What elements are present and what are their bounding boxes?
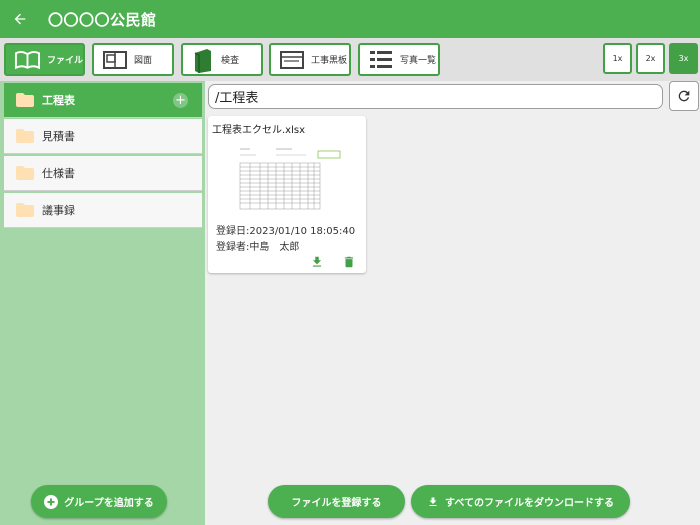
sidebar-item-label: 工程表 xyxy=(42,94,75,107)
registered-by: 登録者:中島 太郎 xyxy=(216,242,300,253)
sidebar-item-schedule[interactable]: 工程表 + xyxy=(4,83,202,118)
add-group-label: グループを追加する xyxy=(64,498,154,509)
file-name: 工程表エクセル.xlsx xyxy=(212,125,306,136)
path-field[interactable]: /工程表 xyxy=(208,84,663,109)
folder-icon xyxy=(16,166,34,180)
sidebar-item-label: 見積書 xyxy=(42,130,75,143)
book-icon xyxy=(14,50,41,69)
back-button[interactable] xyxy=(0,0,40,38)
download-all-label: すべてのファイルをダウンロードする xyxy=(445,498,614,509)
folder-icon xyxy=(16,93,34,107)
register-file-label: ファイルを登録する xyxy=(291,498,382,509)
tab-file[interactable]: ファイル xyxy=(4,43,85,76)
sidebar-item-spec[interactable]: 仕様書 xyxy=(4,156,202,191)
sidebar-item-label: 議事録 xyxy=(42,204,75,217)
tab-inspection[interactable]: 検査 xyxy=(181,43,263,76)
page-title: 〇〇〇〇公民館 xyxy=(48,10,157,29)
zoom-3x-button[interactable]: 3x xyxy=(669,43,698,74)
tab-photo-list-label: 写真一覧 xyxy=(400,56,437,66)
blackboard-icon xyxy=(280,50,304,69)
delete-file-button[interactable] xyxy=(341,254,357,270)
floorplan-icon xyxy=(103,50,127,69)
path-text: /工程表 xyxy=(215,91,259,106)
zoom-2x-button[interactable]: 2x xyxy=(636,43,665,74)
file-card[interactable]: 工程表エクセル.xlsx 登録日:2023/01/10 18:05:40 登録者… xyxy=(208,116,366,273)
tab-photo-list[interactable]: 写真一覧 xyxy=(358,43,440,76)
download-file-button[interactable] xyxy=(309,254,325,270)
app-bar: 〇〇〇〇公民館 xyxy=(0,0,700,38)
sidebar: 工程表 + 見積書 仕様書 議事録 xyxy=(0,81,205,525)
sidebar-item-minutes[interactable]: 議事録 xyxy=(4,193,202,228)
binder-icon xyxy=(194,48,211,73)
toolbar: ファイル 図面 検査 工事黒板 写真一覧 1x 2x 3x xyxy=(0,38,700,81)
register-file-button[interactable]: ファイルを登録する xyxy=(268,485,405,518)
download-icon xyxy=(427,496,439,508)
download-icon xyxy=(312,256,322,267)
tab-blackboard[interactable]: 工事黒板 xyxy=(269,43,351,76)
folder-icon xyxy=(16,129,34,143)
refresh-icon xyxy=(678,90,690,102)
plus-circle-icon xyxy=(44,494,59,509)
tab-drawings-label: 図面 xyxy=(134,56,153,66)
sidebar-item-label: 仕様書 xyxy=(42,167,75,180)
tab-drawings[interactable]: 図面 xyxy=(92,43,174,76)
registered-date: 登録日:2023/01/10 18:05:40 xyxy=(216,226,356,237)
folder-icon xyxy=(16,203,34,217)
tab-inspection-label: 検査 xyxy=(221,56,240,66)
trash-icon xyxy=(344,256,354,268)
plus-icon: + xyxy=(175,93,186,108)
refresh-button[interactable] xyxy=(669,81,699,111)
sidebar-item-estimate[interactable]: 見積書 xyxy=(4,119,202,154)
tab-file-label: ファイル xyxy=(46,56,83,66)
list-icon xyxy=(370,50,392,68)
add-file-button[interactable]: + xyxy=(173,93,188,108)
zoom-1x-button[interactable]: 1x xyxy=(603,43,632,74)
spreadsheet-thumbnail-icon xyxy=(236,143,348,213)
download-all-button[interactable]: すべてのファイルをダウンロードする xyxy=(411,485,630,518)
add-group-button[interactable]: グループを追加する xyxy=(31,485,167,518)
tab-blackboard-label: 工事黒板 xyxy=(311,56,348,66)
arrow-left-icon xyxy=(14,13,26,25)
